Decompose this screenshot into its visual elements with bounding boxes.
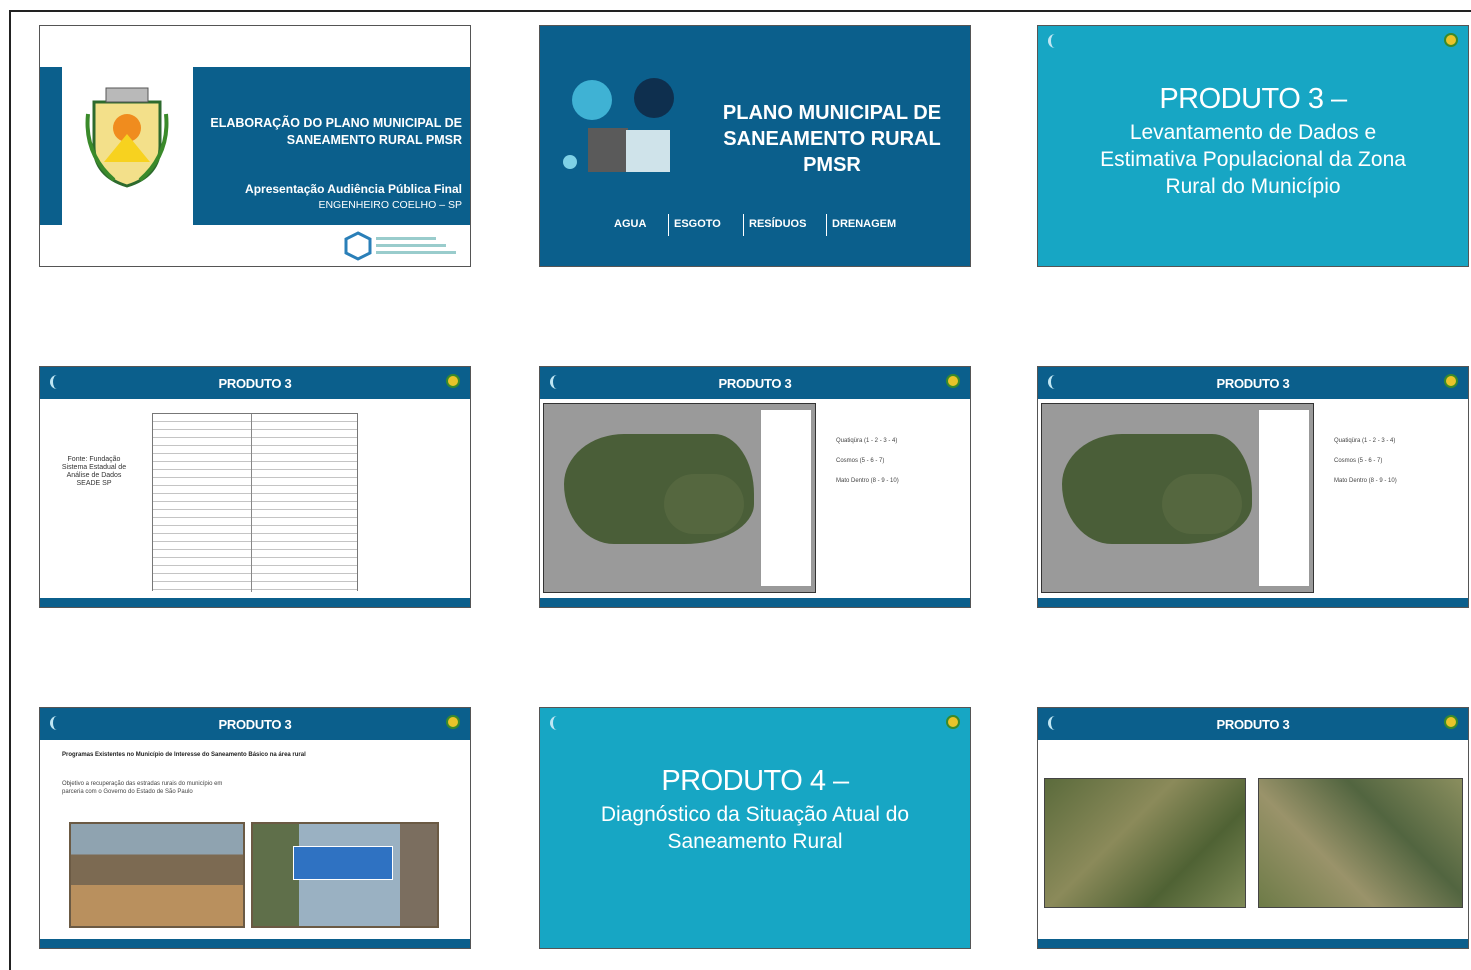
slide-line-3: Rural do Município xyxy=(1165,175,1341,198)
slide-title: PRODUTO 3 – xyxy=(1159,83,1347,115)
satellite-image-1 xyxy=(1044,778,1246,908)
municipal-crest-icon xyxy=(946,715,960,729)
population-table xyxy=(152,413,358,592)
slide-header: PRODUTO 3 xyxy=(40,708,470,740)
slide-header-title: PRODUTO 3 xyxy=(718,376,792,391)
slide-accent-bar xyxy=(40,67,62,225)
slide-heading: Programas Existentes no Município de Int… xyxy=(62,752,306,758)
slide-thumbnail-7[interactable]: PRODUTO 3 Programas Existentes no Municí… xyxy=(39,707,471,949)
divider xyxy=(743,214,744,236)
rural-map-image xyxy=(543,403,816,593)
slide-thumbnail-3[interactable]: PRODUTO 3 – Levantamento de Dados e Esti… xyxy=(1037,25,1469,267)
slide-footer xyxy=(540,598,970,607)
slide-line-2: Saneamento Rural xyxy=(667,830,843,853)
divider xyxy=(668,214,669,236)
slide-subtitle: Apresentação Audiência Pública Final xyxy=(245,182,462,196)
municipal-crest-icon xyxy=(85,87,169,188)
municipal-crest-icon xyxy=(1444,33,1458,47)
slide-footer xyxy=(1038,598,1468,607)
road-photo xyxy=(69,822,245,928)
map-legend xyxy=(760,409,812,587)
puzzle-icon xyxy=(563,78,674,172)
bullet-2: Cosmos (5 - 6 - 7) xyxy=(836,458,885,464)
sign-photo xyxy=(251,822,439,928)
bullet-1: Objetivo a recuperação das estradas rura… xyxy=(62,781,223,795)
slide-header: PRODUTO 3 xyxy=(1038,367,1468,399)
slide-footer xyxy=(40,598,470,607)
bullet-3: Mato Dentro (8 - 9 - 10) xyxy=(836,478,899,484)
municipal-crest-icon xyxy=(1444,374,1458,388)
nav-esgoto: ESGOTO xyxy=(674,218,721,230)
bullet-1: Quatiqüra (1 - 2 - 3 - 4) xyxy=(836,438,898,444)
slide-footer xyxy=(1038,939,1468,948)
bullet-2: Cosmos (5 - 6 - 7) xyxy=(1334,458,1383,464)
nav-residuos: RESÍDUOS xyxy=(749,218,807,230)
source-note: Fonte: Fundação Sistema Estadual de Anál… xyxy=(61,456,127,487)
company-logo-icon xyxy=(550,716,562,730)
title-line-1: PLANO MUNICIPAL DE xyxy=(722,102,942,124)
slide-thumbnail-1[interactable]: ELABORAÇÃO DO PLANO MUNICIPAL DE SANEAME… xyxy=(39,25,471,267)
title-line-2: SANEAMENTO RURAL xyxy=(723,128,941,150)
company-logo-icon xyxy=(344,231,456,261)
slide-title: PLANO MUNICIPAL DE SANEAMENTO RURAL PMSR xyxy=(708,100,956,178)
company-logo-icon xyxy=(1048,34,1060,48)
slide-header-title: PRODUTO 3 xyxy=(1216,717,1290,732)
nav-agua: AGUA xyxy=(614,218,647,230)
municipal-crest-icon xyxy=(946,374,960,388)
slide-thumbnail-2[interactable]: PLANO MUNICIPAL DE SANEAMENTO RURAL PMSR… xyxy=(539,25,971,267)
bullet-1: Quatiqüra (1 - 2 - 3 - 4) xyxy=(1334,438,1396,444)
slide-line-2: Estimativa Populacional da Zona xyxy=(1100,148,1406,171)
slide-thumbnail-4[interactable]: PRODUTO 3 Fonte: Fundação Sistema Estadu… xyxy=(39,366,471,608)
nav-drenagem: DRENAGEM xyxy=(832,218,897,230)
slide-header: PRODUTO 3 xyxy=(40,367,470,399)
municipal-crest-icon xyxy=(446,374,460,388)
municipal-crest-icon xyxy=(1444,715,1458,729)
satellite-image-2 xyxy=(1258,778,1463,908)
slide-place: ENGENHEIRO COELHO – SP xyxy=(318,199,462,211)
slide-footer xyxy=(40,939,470,948)
bullet-3: Mato Dentro (8 - 9 - 10) xyxy=(1334,478,1397,484)
slide-thumbnail-6[interactable]: PRODUTO 3 Quatiqüra (1 - 2 - 3 - 4) Cosm… xyxy=(1037,366,1469,608)
rural-map-image xyxy=(1041,403,1314,593)
slide-line-1: Levantamento de Dados e xyxy=(1129,121,1377,144)
slide-header-title: PRODUTO 3 xyxy=(218,376,292,391)
divider xyxy=(826,214,827,236)
slide-header: PRODUTO 3 xyxy=(1038,708,1468,740)
slide-header: PRODUTO 3 xyxy=(540,367,970,399)
slide-title: PRODUTO 4 – xyxy=(661,765,849,797)
slide-thumbnail-5[interactable]: PRODUTO 3 Quatiqüra (1 - 2 - 3 - 4) Cosm… xyxy=(539,366,971,608)
slide-header-title: PRODUTO 3 xyxy=(1216,376,1290,391)
slide-line-1: Diagnóstico da Situação Atual do xyxy=(600,803,910,826)
slide-title: ELABORAÇÃO DO PLANO MUNICIPAL DE SANEAME… xyxy=(210,116,462,147)
slide-thumbnail-9[interactable]: PRODUTO 3 xyxy=(1037,707,1469,949)
municipal-crest-icon xyxy=(446,715,460,729)
slide-header-title: PRODUTO 3 xyxy=(218,717,292,732)
title-line-3: PMSR xyxy=(803,154,861,176)
slide-thumbnail-8[interactable]: PRODUTO 4 – Diagnóstico da Situação Atua… xyxy=(539,707,971,949)
map-legend xyxy=(1258,409,1310,587)
